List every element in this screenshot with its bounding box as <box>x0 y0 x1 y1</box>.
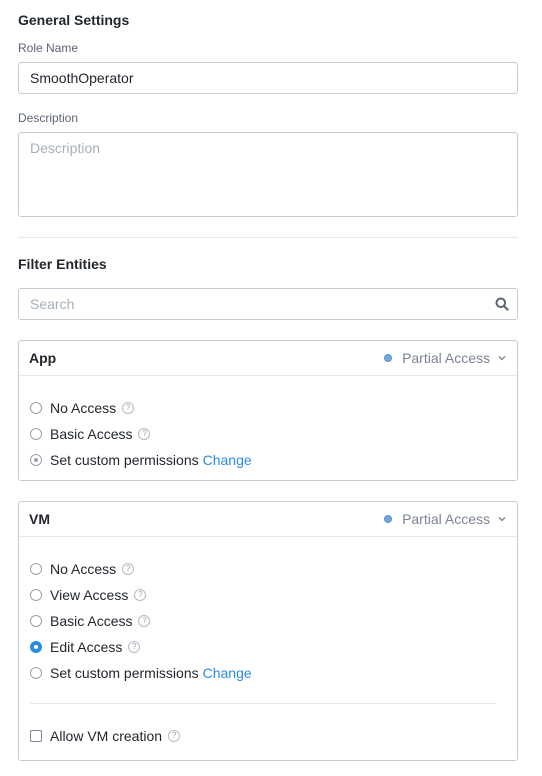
allow-vm-creation-row[interactable]: Allow VM creation ? <box>30 727 181 745</box>
change-link[interactable]: Change <box>203 452 252 468</box>
app-option-custom-permissions[interactable]: Set custom permissions Change <box>30 451 252 469</box>
filter-entities-title: Filter Entities <box>18 256 107 272</box>
option-label: Set custom permissions <box>50 665 199 681</box>
app-panel-header[interactable]: App Partial Access <box>19 341 517 376</box>
help-icon[interactable]: ? <box>138 428 151 440</box>
change-link[interactable]: Change <box>203 665 252 681</box>
chevron-down-icon[interactable] <box>497 514 507 524</box>
vm-option-no-access[interactable]: No Access ? <box>30 560 135 578</box>
help-icon[interactable]: ? <box>122 402 135 414</box>
chevron-down-icon[interactable] <box>497 353 507 363</box>
radio-icon[interactable] <box>30 589 42 601</box>
options-divider <box>30 703 496 704</box>
description-label: Description <box>18 111 79 125</box>
option-label: Edit Access <box>50 639 123 655</box>
help-icon[interactable]: ? <box>122 563 135 575</box>
status-dot-icon <box>384 515 393 523</box>
option-label: View Access <box>50 587 129 603</box>
status-dot-icon <box>384 354 393 362</box>
vm-access-status[interactable]: Partial Access <box>384 511 507 527</box>
search-icon[interactable] <box>495 297 509 311</box>
vm-option-basic-access[interactable]: Basic Access ? <box>30 612 151 630</box>
search-input[interactable]: Search <box>18 288 518 320</box>
radio-icon[interactable] <box>30 402 42 414</box>
radio-selected-icon[interactable] <box>30 454 42 466</box>
app-access-status[interactable]: Partial Access <box>384 350 507 366</box>
vm-panel-title: VM <box>29 511 50 527</box>
app-option-no-access[interactable]: No Access ? <box>30 399 135 417</box>
vm-option-view-access[interactable]: View Access ? <box>30 586 147 604</box>
role-name-value: SmoothOperator <box>30 70 134 86</box>
help-icon[interactable]: ? <box>168 730 181 742</box>
section-divider <box>18 237 518 238</box>
app-access-status-label: Partial Access <box>402 350 490 366</box>
app-option-basic-access[interactable]: Basic Access ? <box>30 425 151 443</box>
vm-option-edit-access[interactable]: Edit Access ? <box>30 638 141 656</box>
radio-icon[interactable] <box>30 667 42 679</box>
vm-access-status-label: Partial Access <box>402 511 490 527</box>
allow-vm-creation-label: Allow VM creation <box>50 728 163 744</box>
help-icon[interactable]: ? <box>134 589 147 601</box>
radio-icon[interactable] <box>30 615 42 627</box>
option-label: Basic Access <box>50 613 133 629</box>
help-icon[interactable]: ? <box>138 615 151 627</box>
search-placeholder: Search <box>30 296 75 312</box>
general-settings-title: General Settings <box>18 12 130 28</box>
allow-vm-creation-checkbox[interactable] <box>30 730 42 742</box>
app-panel-title: App <box>29 350 57 366</box>
option-label: Basic Access <box>50 426 133 442</box>
role-name-input[interactable]: SmoothOperator <box>18 62 518 94</box>
vm-panel: VM Partial Access No Access ? View Acces… <box>18 501 518 761</box>
radio-selected-icon[interactable] <box>30 641 42 653</box>
vm-option-custom-permissions[interactable]: Set custom permissions Change <box>30 664 252 682</box>
description-placeholder: Description <box>30 140 101 156</box>
help-icon[interactable]: ? <box>128 641 141 653</box>
app-panel: App Partial Access No Access ? Basic Acc… <box>18 340 518 481</box>
role-name-label: Role Name <box>18 41 79 55</box>
option-label: No Access <box>50 561 117 577</box>
vm-panel-header[interactable]: VM Partial Access <box>19 502 517 537</box>
radio-icon[interactable] <box>30 563 42 575</box>
option-label: Set custom permissions <box>50 452 199 468</box>
radio-icon[interactable] <box>30 428 42 440</box>
option-label: No Access <box>50 400 117 416</box>
description-textarea[interactable]: Description <box>18 132 518 217</box>
